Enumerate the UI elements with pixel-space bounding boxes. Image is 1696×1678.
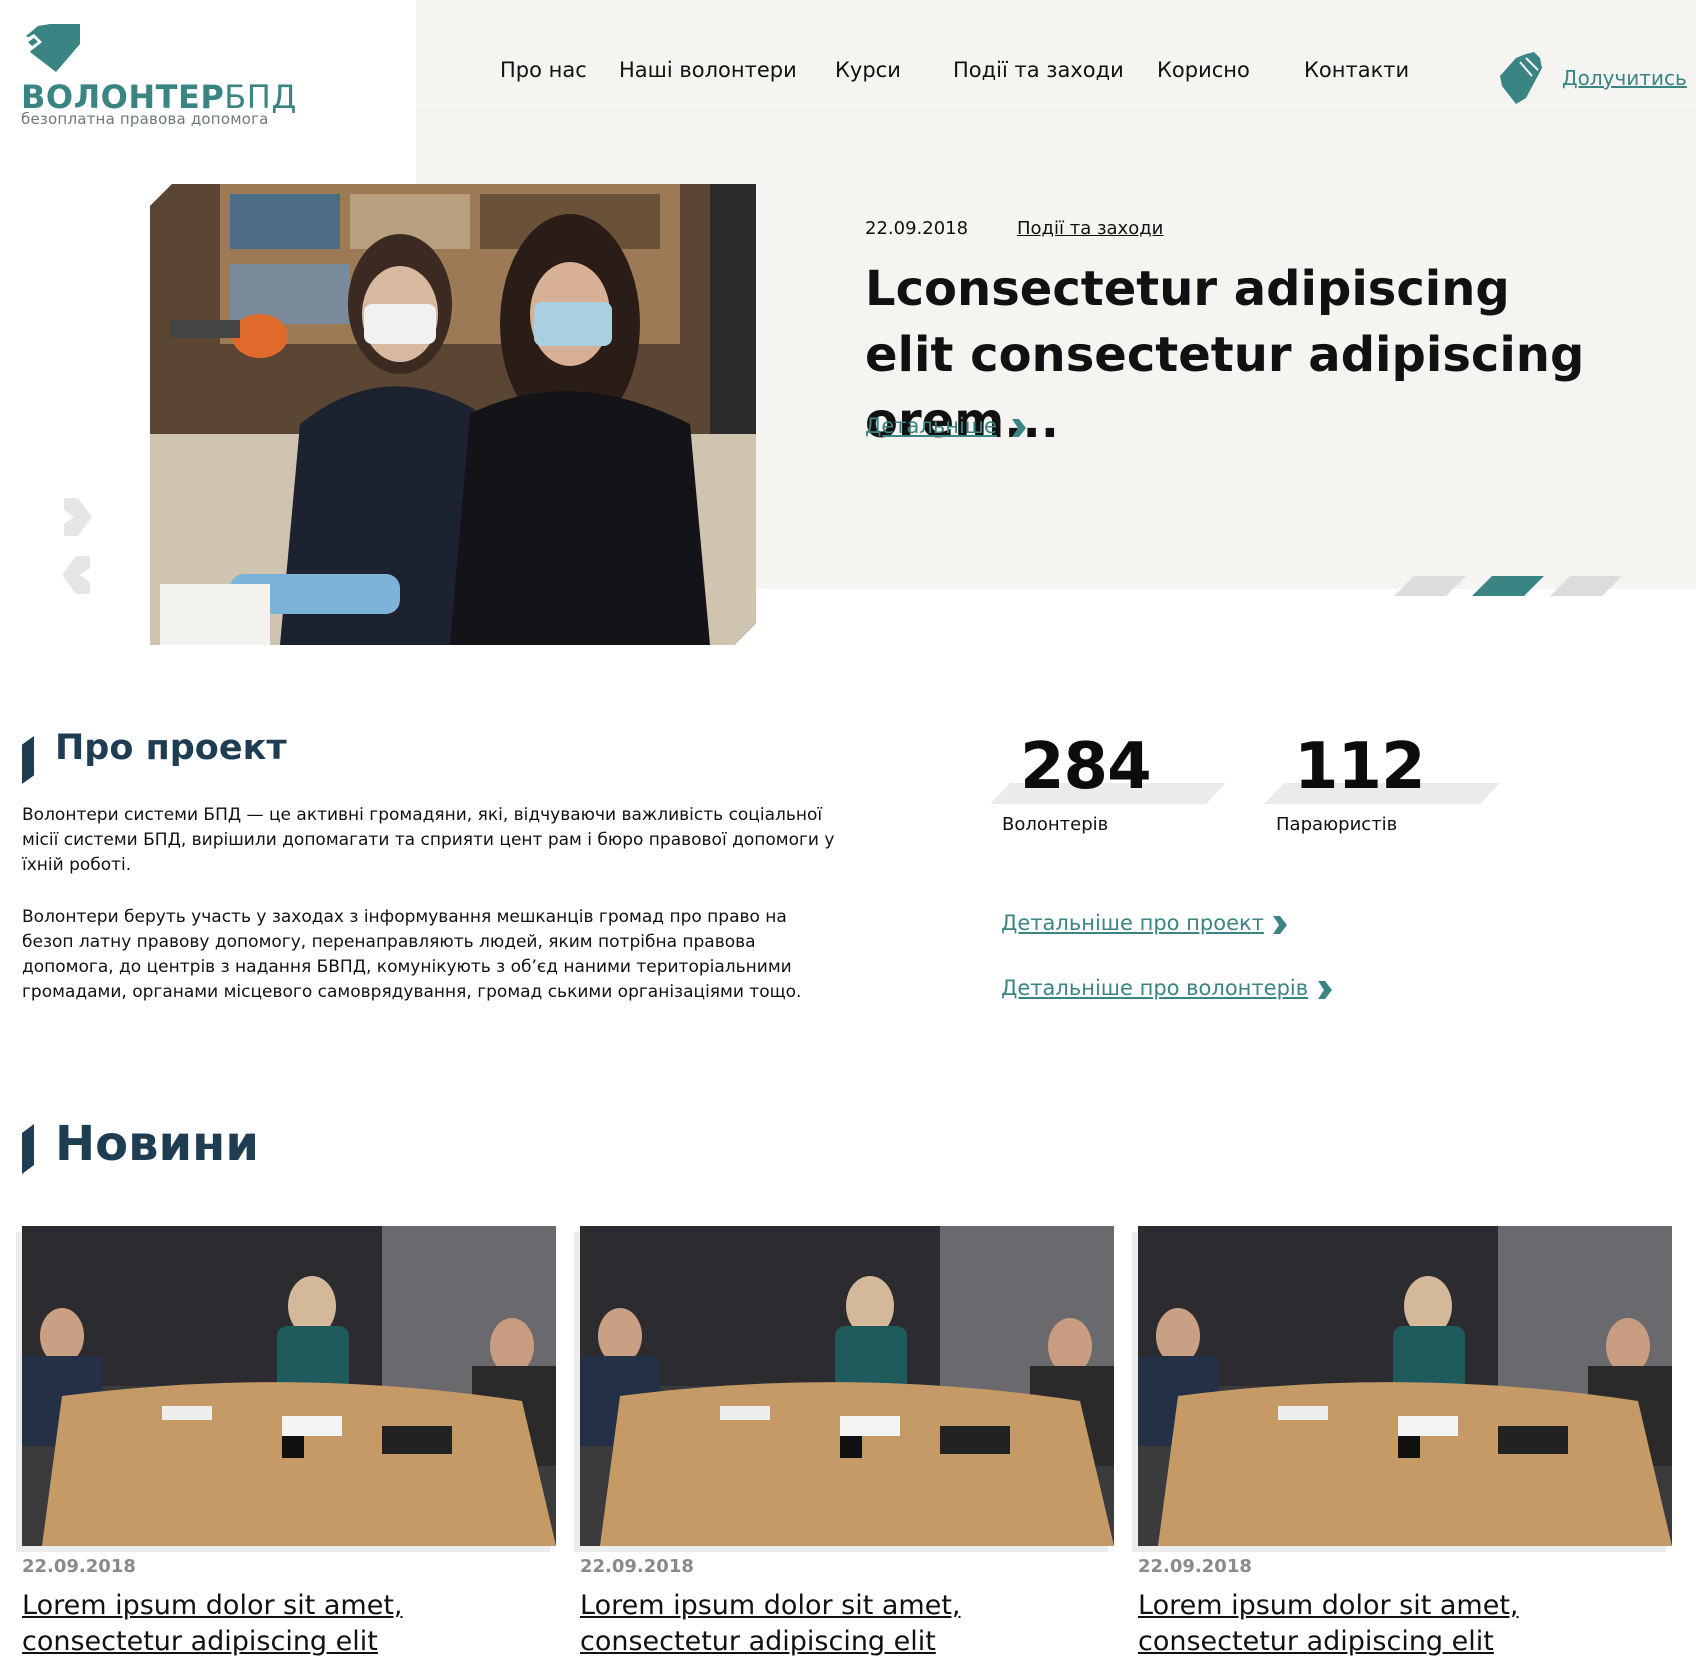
news-card: 22.09.2018 Lorem ipsum dolor sit amet, c… xyxy=(1132,1226,1672,1678)
about-title: Про проект xyxy=(55,728,287,768)
news-card-title[interactable]: Lorem ipsum dolor sit amet, consectetur … xyxy=(1138,1588,1678,1660)
logo-heart-icon xyxy=(24,24,80,72)
news-card: 22.09.2018 Lorem ipsum dolor sit amet, c… xyxy=(16,1226,556,1678)
join-link: Долучитись xyxy=(1562,66,1687,90)
chevron-right-icon xyxy=(1318,981,1332,999)
about-paragraph-2: Волонтери беруть участь у заходах з інфо… xyxy=(22,907,802,1002)
slider-next-arrow-icon[interactable] xyxy=(62,498,92,536)
raised-hand-icon xyxy=(1500,52,1542,104)
nav-item-events[interactable]: Події та заходи xyxy=(953,58,1124,82)
news-card-image[interactable] xyxy=(22,1226,556,1546)
news-card-date: 22.09.2018 xyxy=(1138,1556,1252,1577)
news-card-image[interactable] xyxy=(1138,1226,1672,1546)
about-paragraph-1: Волонтери системи БПД — це активні грома… xyxy=(22,805,835,875)
news-card-title[interactable]: Lorem ipsum dolor sit amet, consectetur … xyxy=(580,1588,1120,1660)
hero-category-link[interactable]: Події та заходи xyxy=(1017,218,1163,239)
news-card-image[interactable] xyxy=(580,1226,1114,1546)
news-card: 22.09.2018 Lorem ipsum dolor sit amet, c… xyxy=(574,1226,1114,1678)
slider-prev-arrow-icon[interactable] xyxy=(62,556,92,594)
about-volunteers-link[interactable]: Детальніше про волонтерів xyxy=(1001,976,1308,1000)
nav-item-about[interactable]: Про нас xyxy=(500,58,587,82)
section-marker xyxy=(22,736,34,784)
hero-date: 22.09.2018 xyxy=(865,218,969,239)
logo-tagline: безоплатна правова допомога xyxy=(21,110,269,128)
site-logo[interactable]: ВОЛОНТЕРБПД безоплатна правова допомога xyxy=(20,24,320,134)
nav-item-useful[interactable]: Корисно xyxy=(1157,58,1250,82)
header-divider xyxy=(416,110,1696,111)
news-card-title[interactable]: Lorem ipsum dolor sit amet, consectetur … xyxy=(22,1588,562,1660)
nav-item-contacts[interactable]: Контакти xyxy=(1304,58,1409,82)
hero-more-link[interactable]: Детальніше xyxy=(865,414,997,438)
nav-item-courses[interactable]: Курси xyxy=(835,58,901,82)
about-project-link[interactable]: Детальніше про проект xyxy=(1001,911,1264,935)
stat-paralegals-value: 112 xyxy=(1294,730,1426,804)
stat-paralegals-label: Параюристів xyxy=(1276,814,1398,835)
nav-item-volunteers[interactable]: Наші волонтери xyxy=(619,58,797,82)
news-card-date: 22.09.2018 xyxy=(22,1556,136,1577)
chevron-right-icon xyxy=(1012,419,1026,437)
hero-slide-image[interactable] xyxy=(150,184,756,645)
section-marker xyxy=(22,1124,34,1174)
news-card-date: 22.09.2018 xyxy=(580,1556,694,1577)
chevron-right-icon xyxy=(1273,916,1287,934)
news-title: Новини xyxy=(55,1116,259,1172)
stat-volunteers-value: 284 xyxy=(1020,730,1152,804)
stat-volunteers-label: Волонтерів xyxy=(1002,814,1109,835)
